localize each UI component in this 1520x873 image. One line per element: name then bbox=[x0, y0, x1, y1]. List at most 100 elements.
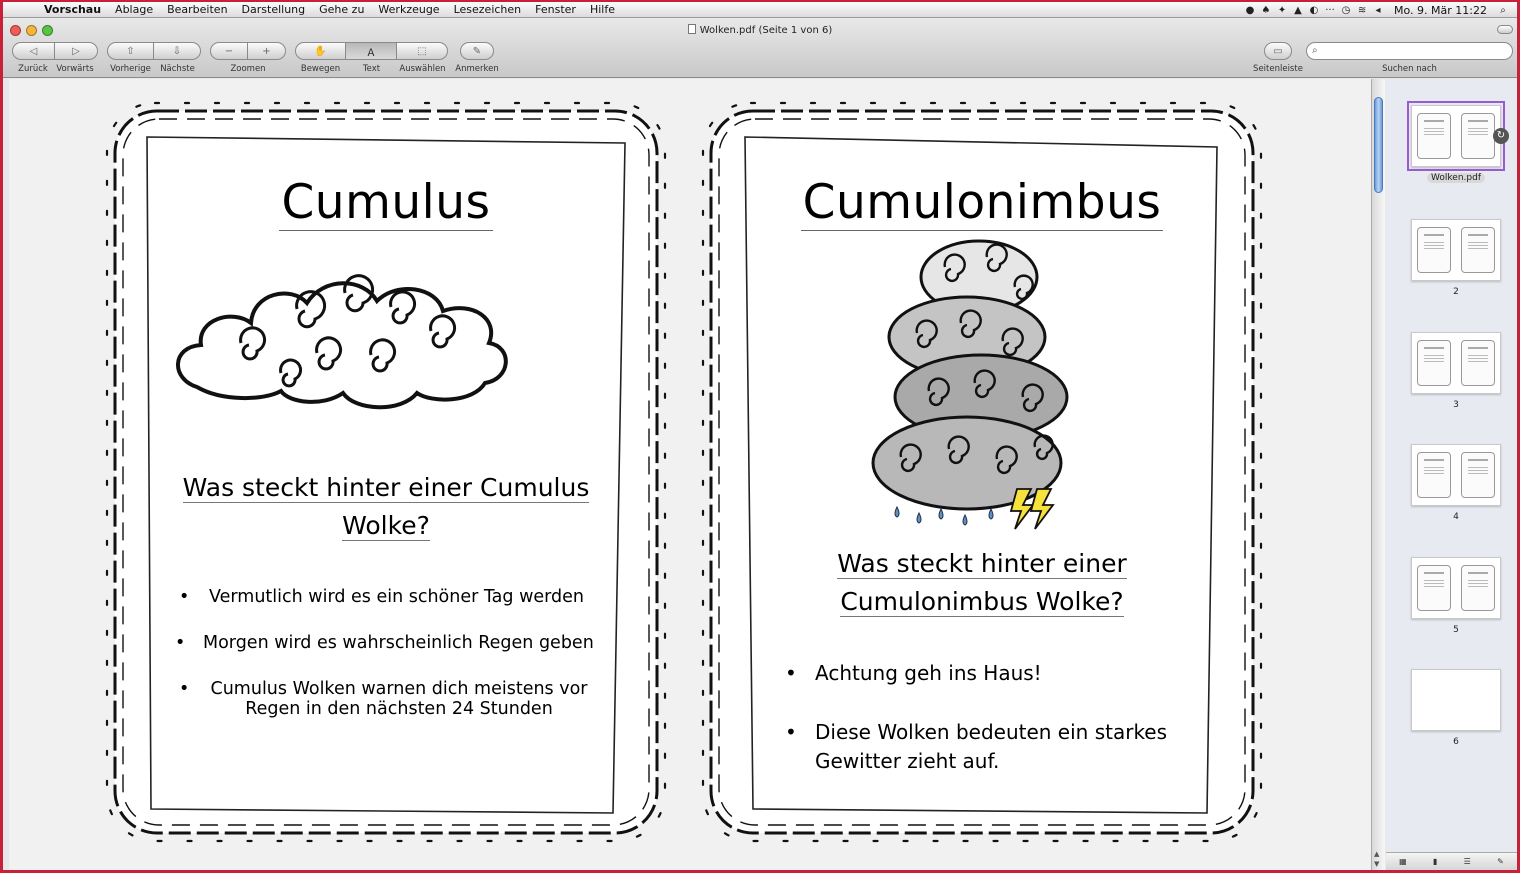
zoom-in-button[interactable]: + bbox=[248, 42, 286, 60]
vertical-scrollbar[interactable]: ▲ ▼ bbox=[1371, 79, 1385, 870]
menu-werkzeuge[interactable]: Werkzeuge bbox=[371, 2, 446, 18]
page-nav-group: ⇧ ⇩ bbox=[107, 42, 201, 60]
thumbnail-page-1[interactable]: Wolken.pdf bbox=[1407, 101, 1505, 183]
menu-gehe-zu[interactable]: Gehe zu bbox=[312, 2, 371, 18]
scroll-up-arrow[interactable]: ▲ bbox=[1374, 850, 1379, 858]
annotate-group: ✎ bbox=[460, 42, 494, 60]
card-cumulus: Cumulus Was steckt hinter einer Cumulus … bbox=[101, 97, 671, 847]
mini-card bbox=[1417, 113, 1451, 159]
bullet-item: Diese Wolken bedeuten ein starkes Gewitt… bbox=[785, 718, 1215, 776]
pdf-page-view[interactable]: Cumulus Was steckt hinter einer Cumulus … bbox=[9, 79, 1371, 870]
annotate-button[interactable]: ✎ bbox=[460, 42, 494, 60]
card-title: Cumulus bbox=[279, 175, 493, 231]
forward-label: Vorwärts bbox=[56, 64, 94, 74]
drive-icon[interactable]: ▲ bbox=[1290, 5, 1306, 16]
arrow-down-icon: ⇩ bbox=[172, 45, 182, 57]
move-tool-button[interactable]: ✋ bbox=[295, 42, 346, 60]
time-machine-icon[interactable]: ◷ bbox=[1338, 5, 1354, 16]
wifi-icon[interactable]: ≋ bbox=[1354, 5, 1370, 16]
toolbar-toggle-button[interactable] bbox=[1497, 25, 1513, 34]
thumbnail-image bbox=[1407, 101, 1505, 171]
tool-mode-group: ✋ Ａ ⬚ bbox=[295, 42, 448, 60]
menubar-tray: ● ♠ ✦ ▲ ◐ ··· ◷ ≋ ◂ Mo. 9. Mär 11:22 ⌕ bbox=[1242, 2, 1511, 18]
edit-icon[interactable]: ✎ bbox=[1497, 857, 1504, 866]
sidebar-icon: ▭ bbox=[1273, 45, 1283, 57]
menu-hilfe[interactable]: Hilfe bbox=[583, 2, 622, 18]
text-label: Text bbox=[362, 64, 381, 74]
menu-ablage[interactable]: Ablage bbox=[108, 2, 160, 18]
bullet-item: Cumulus Wolken warnen dich meistens vor … bbox=[179, 679, 619, 719]
grid-view-icon[interactable]: ▦ bbox=[1399, 857, 1407, 866]
menu-fenster[interactable]: Fenster bbox=[528, 2, 583, 18]
window-title: Wolken.pdf (Seite 1 von 6) bbox=[3, 24, 1517, 36]
bullet-item: Morgen wird es wahrscheinlich Regen gebe… bbox=[175, 633, 619, 653]
zoom-label: Zoomen bbox=[230, 64, 266, 74]
search-input[interactable]: ⌕ bbox=[1306, 42, 1513, 60]
skype-icon[interactable]: ● bbox=[1242, 5, 1258, 16]
pencil-icon: ✎ bbox=[472, 45, 482, 57]
bullet-item: Vermutlich wird es ein schöner Tag werde… bbox=[179, 587, 619, 607]
previous-page-button[interactable]: ⇧ bbox=[107, 42, 154, 60]
menubar-clock[interactable]: Mo. 9. Mär 11:22 bbox=[1394, 4, 1487, 17]
marquee-icon: ⬚ bbox=[417, 45, 427, 57]
rotate-icon[interactable]: ↻ bbox=[1493, 128, 1509, 144]
card-cumulonimbus: Cumulonimbus Was steckt hinter einer Cum… bbox=[697, 97, 1267, 847]
list-view-icon[interactable]: ▮ bbox=[1433, 857, 1437, 866]
menu-lesezeichen[interactable]: Lesezeichen bbox=[447, 2, 529, 18]
thumbnail-page-2[interactable]: 2 bbox=[1411, 219, 1501, 297]
sidebar-label: Seitenleiste bbox=[1253, 64, 1303, 74]
arrow-up-icon: ⇧ bbox=[126, 45, 135, 57]
select-label: Auswählen bbox=[399, 64, 446, 74]
thumbnail-page-3[interactable]: 3 bbox=[1411, 332, 1501, 410]
card-question: Was steckt hinter einer Cumulonimbus Wol… bbox=[837, 549, 1127, 617]
sidebar-toggle-group: ▭ bbox=[1264, 42, 1292, 60]
sync-icon[interactable]: ◐ bbox=[1306, 5, 1322, 16]
more-icon[interactable]: ··· bbox=[1322, 5, 1338, 16]
zoom-out-button[interactable]: − bbox=[210, 42, 248, 60]
scrollbar-thumb[interactable] bbox=[1374, 97, 1383, 193]
forward-button[interactable]: ▷ bbox=[55, 42, 98, 60]
thumbnail-number: 4 bbox=[1453, 512, 1459, 522]
thumbnail-number: 3 bbox=[1453, 400, 1459, 410]
thumbnail-page-6[interactable]: 6 bbox=[1411, 669, 1501, 747]
thumbnail-page-5[interactable]: 5 bbox=[1411, 557, 1501, 635]
menubar: Vorschau Ablage Bearbeiten Darstellung G… bbox=[3, 2, 1517, 18]
card-question: Was steckt hinter einer Cumulus Wolke? bbox=[182, 473, 590, 541]
menu-darstellung[interactable]: Darstellung bbox=[235, 2, 313, 18]
evernote-icon[interactable]: ♠ bbox=[1258, 5, 1274, 16]
preview-window: Vorschau Ablage Bearbeiten Darstellung G… bbox=[3, 2, 1517, 870]
thumbnail-image bbox=[1411, 219, 1501, 281]
thumbnail-number: 5 bbox=[1453, 625, 1459, 635]
select-tool-button[interactable]: ⬚ bbox=[397, 42, 448, 60]
thumbnail-sidebar: Wolken.pdf ↻ 2 3 4 5 6 ▦ ▮ ☰ ✎ bbox=[1386, 79, 1517, 870]
annotate-label: Anmerken bbox=[455, 64, 499, 74]
text-cursor-icon: Ａ bbox=[366, 47, 376, 59]
menu-bearbeiten[interactable]: Bearbeiten bbox=[160, 2, 234, 18]
thumbnail-number: 6 bbox=[1453, 737, 1459, 747]
back-label: Zurück bbox=[18, 64, 48, 74]
spotlight-icon[interactable]: ⌕ bbox=[1495, 5, 1511, 16]
volume-icon[interactable]: ◂ bbox=[1370, 5, 1386, 16]
move-label: Bewegen bbox=[300, 64, 341, 74]
card-bullets: Vermutlich wird es ein schöner Tag werde… bbox=[175, 587, 619, 719]
sidebar-toggle-button[interactable]: ▭ bbox=[1264, 42, 1292, 60]
menu-app[interactable]: Vorschau bbox=[37, 2, 108, 18]
zoom-group: − + bbox=[210, 42, 286, 60]
dropbox-icon[interactable]: ✦ bbox=[1274, 5, 1290, 16]
thumbnail-image bbox=[1411, 444, 1501, 506]
sidebar-view-controls: ▦ ▮ ☰ ✎ bbox=[1386, 852, 1517, 870]
arrow-left-icon: ◁ bbox=[29, 45, 38, 57]
card-title: Cumulonimbus bbox=[800, 175, 1164, 231]
back-button[interactable]: ◁ bbox=[12, 42, 55, 60]
card-bullets: Achtung geh ins Haus! Diese Wolken bedeu… bbox=[785, 659, 1215, 776]
document-icon bbox=[687, 24, 696, 34]
text-tool-button[interactable]: Ａ bbox=[346, 42, 397, 60]
thumbnail-page-4[interactable]: 4 bbox=[1411, 444, 1501, 522]
previous-label: Vorherige bbox=[110, 64, 151, 74]
thumbnail-label: Wolken.pdf bbox=[1411, 173, 1501, 183]
scroll-down-arrow[interactable]: ▼ bbox=[1374, 860, 1379, 868]
bullet-item: Achtung geh ins Haus! bbox=[785, 659, 1215, 688]
outline-view-icon[interactable]: ☰ bbox=[1464, 857, 1471, 866]
next-page-button[interactable]: ⇩ bbox=[154, 42, 201, 60]
hand-icon: ✋ bbox=[314, 45, 327, 57]
